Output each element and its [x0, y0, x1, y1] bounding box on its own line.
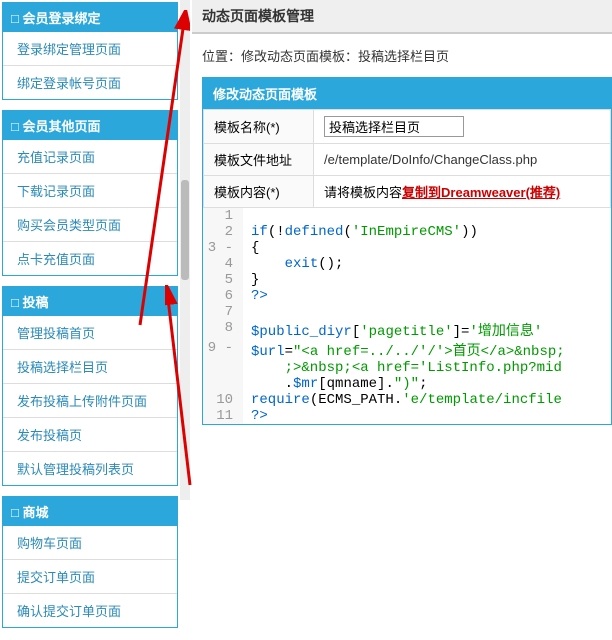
panel-header: 修改动态页面模板 — [203, 78, 611, 109]
line-number — [203, 376, 243, 392]
line-number: 1 — [203, 208, 243, 224]
sidebar-group-header: 会员其他页面 — [3, 111, 177, 140]
form-table: 模板名称(*) 模板文件地址 /e/template/DoInfo/Change… — [203, 109, 611, 208]
sidebar-item[interactable]: 发布投稿上传附件页面 — [3, 384, 177, 418]
content-label: 模板内容(*) — [204, 176, 314, 208]
line-number: 5 — [203, 272, 243, 288]
line-number: 2 — [203, 224, 243, 240]
line-number: 10 — [203, 392, 243, 408]
code-text: $url="<a href=../../'/'>首页</a>&nbsp; — [243, 340, 565, 360]
line-number: 3 - — [203, 240, 243, 256]
code-line: 5} — [203, 272, 611, 288]
sidebar-item[interactable]: 购买会员类型页面 — [3, 208, 177, 242]
code-line: 11?> — [203, 408, 611, 424]
content-hint: 请将模板内容复制到Dreamweaver(推荐) — [314, 176, 611, 208]
code-line: 9 -$url="<a href=../../'/'>首页</a>&nbsp; — [203, 340, 611, 360]
name-label: 模板名称(*) — [204, 110, 314, 144]
code-text: exit(); — [243, 256, 343, 272]
main-content: 动态页面模板管理 位置：修改动态页面模板：投稿选择栏目页 修改动态页面模板 模板… — [192, 0, 612, 425]
line-number: 9 - — [203, 340, 243, 360]
code-text: if(!defined('InEmpireCMS')) — [243, 224, 478, 240]
code-text: .$mr[qmname].")"; — [243, 376, 427, 392]
sidebar-item[interactable]: 点卡充值页面 — [3, 242, 177, 275]
code-line: 4 exit(); — [203, 256, 611, 272]
sidebar-item[interactable]: 绑定登录帐号页面 — [3, 66, 177, 99]
code-text — [243, 208, 251, 224]
line-number: 4 — [203, 256, 243, 272]
breadcrumb: 位置：修改动态页面模板：投稿选择栏目页 — [192, 34, 612, 77]
sidebar-group: 会员其他页面充值记录页面下载记录页面购买会员类型页面点卡充值页面 — [2, 110, 178, 276]
sidebar-group-header: 商城 — [3, 497, 177, 526]
sidebar-item[interactable]: 下载记录页面 — [3, 174, 177, 208]
line-number: 7 — [203, 304, 243, 320]
code-text: } — [243, 272, 259, 288]
sidebar-group-header: 会员登录绑定 — [3, 3, 177, 32]
template-name-input[interactable] — [324, 116, 464, 137]
scrollbar-thumb[interactable] — [181, 180, 189, 280]
sidebar-group-header: 投稿 — [3, 287, 177, 316]
code-line: 6?> — [203, 288, 611, 304]
sidebar-item[interactable]: 确认提交订单页面 — [3, 594, 177, 627]
sidebar-item[interactable]: 投稿选择栏目页 — [3, 350, 177, 384]
code-line: ;>&nbsp;<a href='ListInfo.php?mid — [203, 360, 611, 376]
sidebar-item[interactable]: 购物车页面 — [3, 526, 177, 560]
code-line: 3 -{ — [203, 240, 611, 256]
path-label: 模板文件地址 — [204, 144, 314, 176]
code-text: ?> — [243, 408, 268, 424]
code-text: require(ECMS_PATH.'e/template/incfile — [243, 392, 562, 408]
sidebar-group: 会员登录绑定登录绑定管理页面绑定登录帐号页面 — [2, 2, 178, 100]
template-path: /e/template/DoInfo/ChangeClass.php — [314, 144, 611, 176]
sidebar-item[interactable]: 提交订单页面 — [3, 560, 177, 594]
sidebar: 会员登录绑定登录绑定管理页面绑定登录帐号页面会员其他页面充值记录页面下载记录页面… — [0, 0, 180, 640]
sidebar-item[interactable]: 发布投稿页 — [3, 418, 177, 452]
code-editor[interactable]: 12if(!defined('InEmpireCMS'))3 -{4 exit(… — [203, 208, 611, 424]
sidebar-group: 商城购物车页面提交订单页面确认提交订单页面 — [2, 496, 178, 628]
copy-dreamweaver-link[interactable]: 复制到Dreamweaver(推荐) — [402, 185, 560, 200]
sidebar-group: 投稿管理投稿首页投稿选择栏目页发布投稿上传附件页面发布投稿页默认管理投稿列表页 — [2, 286, 178, 486]
line-number: 6 — [203, 288, 243, 304]
sidebar-scrollbar[interactable] — [180, 0, 190, 500]
line-number — [203, 360, 243, 376]
code-line: 10require(ECMS_PATH.'e/template/incfile — [203, 392, 611, 408]
sidebar-item[interactable]: 默认管理投稿列表页 — [3, 452, 177, 485]
edit-panel: 修改动态页面模板 模板名称(*) 模板文件地址 /e/template/DoIn… — [202, 77, 612, 425]
code-line: 7 — [203, 304, 611, 320]
line-number: 8 — [203, 320, 243, 340]
code-text: ;>&nbsp;<a href='ListInfo.php?mid — [243, 360, 562, 376]
code-text: $public_diyr['pagetitle']='增加信息' — [243, 320, 542, 340]
sidebar-item[interactable]: 登录绑定管理页面 — [3, 32, 177, 66]
code-line: .$mr[qmname].")"; — [203, 376, 611, 392]
code-line: 2if(!defined('InEmpireCMS')) — [203, 224, 611, 240]
sidebar-item[interactable]: 管理投稿首页 — [3, 316, 177, 350]
code-text: { — [243, 240, 259, 256]
code-line: 1 — [203, 208, 611, 224]
code-line: 8$public_diyr['pagetitle']='增加信息' — [203, 320, 611, 340]
page-title: 动态页面模板管理 — [192, 0, 612, 34]
line-number: 11 — [203, 408, 243, 424]
code-text: ?> — [243, 288, 268, 304]
sidebar-item[interactable]: 充值记录页面 — [3, 140, 177, 174]
code-text — [243, 304, 251, 320]
